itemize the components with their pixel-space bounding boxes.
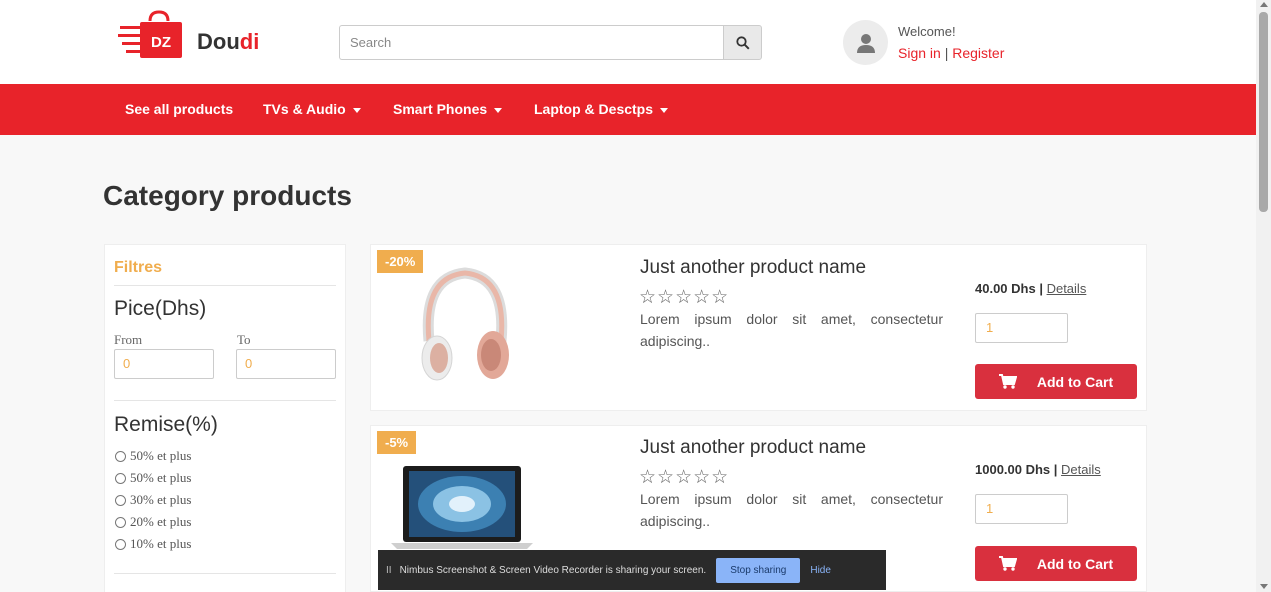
details-link[interactable]: Details	[1061, 462, 1101, 477]
scroll-up-arrow-icon[interactable]	[1260, 2, 1268, 7]
user-avatar[interactable]	[843, 20, 888, 65]
sign-in-link[interactable]: Sign in	[898, 45, 941, 61]
add-to-cart-label: Add to Cart	[1036, 555, 1114, 572]
user-icon	[856, 33, 875, 53]
hide-banner-button[interactable]: Hide	[810, 565, 831, 576]
discount-option-label: 20% et plus	[130, 514, 192, 529]
filters-panel: Filtres Pice(Dhs) From To 0 0 Remise(%) …	[104, 244, 346, 592]
discount-option-label: 30% et plus	[130, 492, 192, 507]
brand-name-accent: di	[239, 29, 260, 54]
pause-icon: II	[386, 564, 392, 576]
discount-option[interactable]: 50% et plus	[115, 448, 191, 464]
nav-label: Laptop & Desctps	[534, 101, 654, 117]
nav-laptop-desktops[interactable]: Laptop & Desctps	[534, 101, 669, 117]
discount-badge: -5%	[377, 431, 417, 454]
product-name[interactable]: Just another product name	[640, 257, 866, 279]
stop-sharing-button[interactable]: Stop sharing	[716, 557, 801, 583]
sharing-message: Nimbus Screenshot & Screen Video Recorde…	[399, 564, 707, 576]
nav-see-all-products[interactable]: See all products	[125, 101, 233, 117]
discount-option-label: 50% et plus	[130, 470, 192, 485]
scrollbar-thumb[interactable]	[1259, 12, 1268, 212]
caret-down-icon	[494, 107, 503, 113]
price-to-label: To	[237, 332, 251, 347]
main-nav: See all products TVs & Audio Smart Phone…	[0, 84, 1256, 135]
details-link[interactable]: Details	[1047, 281, 1087, 296]
divider	[114, 400, 336, 401]
divider	[114, 285, 336, 286]
product-description: Lorem ipsum dolor sit amet, consectetur …	[640, 311, 943, 349]
add-to-cart-button[interactable]: Add to Cart	[975, 546, 1137, 581]
nav-label: Smart Phones	[393, 101, 488, 117]
radio-button[interactable]	[115, 450, 126, 462]
caret-down-icon	[352, 107, 361, 113]
welcome-text: Welcome!	[898, 24, 956, 39]
star-rating[interactable]: ☆☆☆☆☆	[639, 286, 729, 309]
search-button[interactable]	[723, 25, 762, 60]
discount-option[interactable]: 50% et plus	[115, 470, 191, 486]
search-bar	[339, 25, 762, 60]
discount-option[interactable]: 20% et plus	[115, 514, 191, 530]
brand-name-main: Dou	[197, 29, 240, 54]
product-name[interactable]: Just another product name	[640, 437, 866, 459]
discount-option-label: 50% et plus	[130, 448, 192, 463]
search-icon	[735, 35, 750, 50]
product-price: 40.00 Dhs	[975, 281, 1036, 296]
discount-filter-heading: Remise(%)	[114, 413, 218, 436]
radio-button[interactable]	[115, 516, 126, 528]
product-card: -20% Just another product name ☆☆☆☆☆ Lor…	[370, 244, 1147, 411]
filters-title: Filtres	[114, 259, 163, 276]
price-line: 1000.00 Dhs | Details	[975, 462, 1101, 477]
cart-icon	[998, 374, 1017, 389]
site-header: DZ Doudi Welcome! Sign in | Register	[0, 0, 1256, 84]
nav-tvs-audio[interactable]: TVs & Audio	[263, 101, 361, 117]
nav-smart-phones[interactable]: Smart Phones	[393, 101, 503, 117]
auth-separator: |	[944, 45, 949, 61]
cart-icon	[998, 556, 1017, 571]
nav-label: See all products	[125, 101, 234, 117]
product-description: Lorem ipsum dolor sit amet, consectetur …	[640, 491, 943, 529]
page-scrollbar[interactable]	[1256, 0, 1271, 592]
price-from-label: From	[114, 332, 143, 347]
quantity-input[interactable]: 1	[975, 494, 1068, 524]
register-link[interactable]: Register	[952, 45, 1004, 61]
price-from-input[interactable]: 0	[114, 349, 214, 379]
radio-button[interactable]	[115, 494, 126, 506]
page-title: Category products	[103, 180, 352, 211]
headphones-product-image[interactable]	[415, 263, 515, 393]
product-price: 1000.00 Dhs	[975, 462, 1051, 477]
add-to-cart-button[interactable]: Add to Cart	[975, 364, 1137, 399]
quantity-input[interactable]: 1	[975, 313, 1068, 343]
search-input[interactable]	[339, 25, 723, 60]
screen-sharing-banner: II Nimbus Screenshot & Screen Video Reco…	[378, 550, 886, 590]
svg-text:DZ: DZ	[151, 34, 171, 51]
auth-links: Sign in | Register	[898, 45, 1004, 61]
radio-button[interactable]	[115, 472, 126, 484]
brand-name[interactable]: Doudi	[197, 29, 259, 55]
shopping-bag-logo-icon[interactable]: DZ	[118, 10, 184, 60]
divider	[114, 573, 336, 574]
price-to-input[interactable]: 0	[236, 349, 336, 379]
radio-button[interactable]	[115, 538, 126, 550]
discount-option-label: 10% et plus	[130, 536, 192, 551]
caret-down-icon	[660, 107, 669, 113]
price-line: 40.00 Dhs | Details	[975, 281, 1087, 296]
star-rating[interactable]: ☆☆☆☆☆	[639, 466, 729, 489]
discount-option[interactable]: 30% et plus	[115, 492, 191, 508]
price-filter-heading: Pice(Dhs)	[114, 297, 207, 320]
add-to-cart-label: Add to Cart	[1036, 373, 1114, 390]
laptop-product-image[interactable]	[391, 464, 533, 555]
scroll-down-arrow-icon[interactable]	[1260, 584, 1268, 589]
discount-option[interactable]: 10% et plus	[115, 536, 191, 552]
nav-label: TVs & Audio	[263, 101, 346, 117]
